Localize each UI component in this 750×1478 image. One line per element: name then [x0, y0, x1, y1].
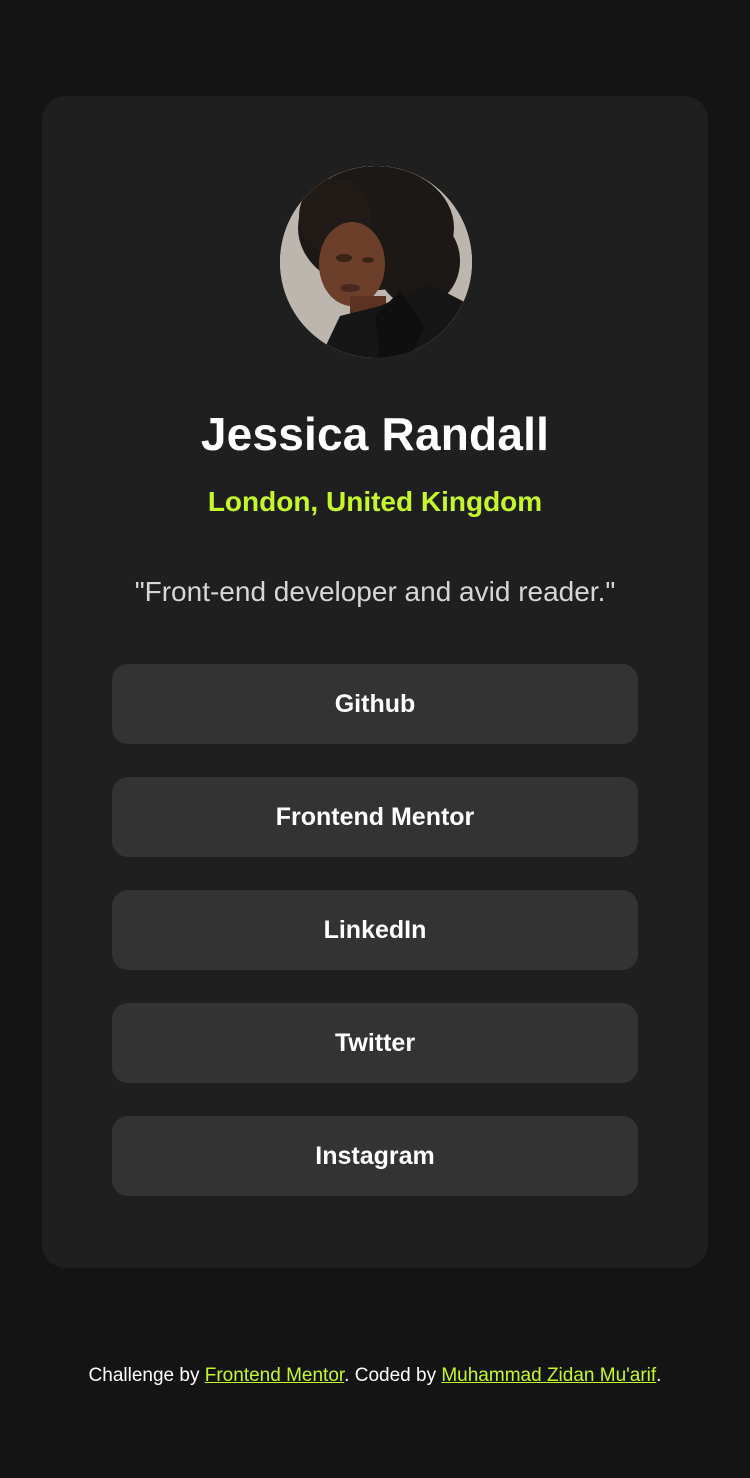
footer-prefix: Challenge by: [88, 1365, 205, 1386]
attribution-footer: Challenge by Frontend Mentor. Coded by M…: [0, 1362, 750, 1390]
frontend-mentor-footer-link[interactable]: Frontend Mentor: [205, 1365, 344, 1386]
social-links: Github Frontend Mentor LinkedIn Twitter …: [112, 664, 638, 1229]
profile-location: London, United Kingdom: [207, 486, 543, 517]
profile-name: Jessica Randall: [200, 408, 550, 460]
profile-bio: "Front-end developer and avid reader.": [134, 576, 616, 607]
github-link-button[interactable]: Github: [112, 664, 638, 744]
profile-card: Jessica Randall London, United Kingdom "…: [42, 96, 708, 1268]
avatar: [280, 166, 472, 358]
footer-suffix: .: [656, 1365, 662, 1386]
linkedin-link-button[interactable]: LinkedIn: [112, 890, 638, 970]
avatar-image: [280, 166, 472, 358]
twitter-link-button[interactable]: Twitter: [112, 1003, 638, 1083]
author-footer-link[interactable]: Muhammad Zidan Mu'arif: [441, 1365, 656, 1386]
instagram-link-button[interactable]: Instagram: [112, 1116, 638, 1196]
footer-middle: . Coded by: [344, 1365, 442, 1386]
frontend-mentor-link-button[interactable]: Frontend Mentor: [112, 777, 638, 857]
